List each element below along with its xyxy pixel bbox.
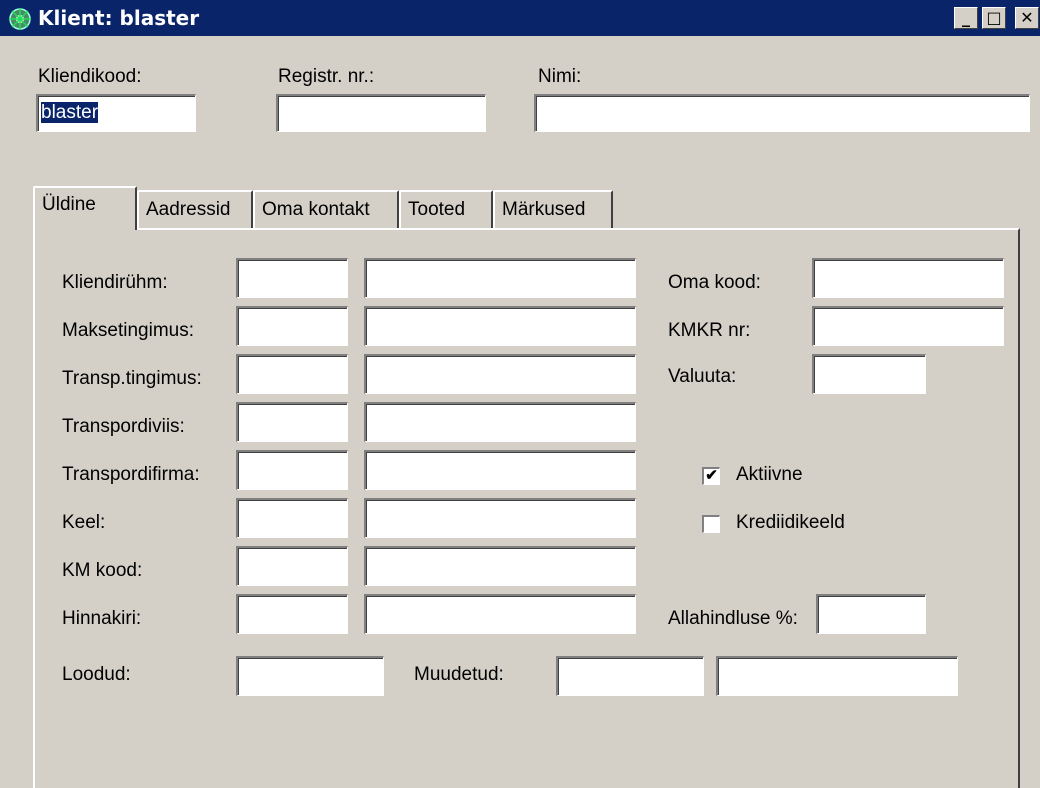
hinnakiri-code-input[interactable] bbox=[236, 594, 348, 634]
tab-uldine[interactable]: Üldine bbox=[33, 186, 137, 230]
km-kood-label: KM kood: bbox=[62, 560, 143, 581]
kmkr-label: KMKR nr: bbox=[668, 320, 751, 341]
title-bar: Klient: blaster _ □ ✕ bbox=[0, 0, 1040, 36]
keel-name-input[interactable] bbox=[364, 498, 636, 538]
transp-tingimus-name-input[interactable] bbox=[364, 354, 636, 394]
tab-oma-kontakt[interactable]: Oma kontakt bbox=[253, 190, 399, 228]
muudetud-label: Muudetud: bbox=[414, 664, 504, 685]
tab-markused[interactable]: Märkused bbox=[493, 190, 613, 228]
transpordifirma-label: Transpordifirma: bbox=[62, 464, 200, 485]
hinnakiri-name-input[interactable] bbox=[364, 594, 636, 634]
hinnakiri-label: Hinnakiri: bbox=[62, 608, 142, 629]
muudetud-date-input[interactable] bbox=[556, 656, 704, 696]
km-kood-code-input[interactable] bbox=[236, 546, 348, 586]
krediidikeeld-label: Krediidikeeld bbox=[736, 512, 845, 533]
app-icon bbox=[9, 8, 31, 30]
maksetingimus-label: Maksetingimus: bbox=[62, 320, 194, 341]
nimi-label: Nimi: bbox=[538, 66, 582, 87]
allahindlus-label: Allahindluse %: bbox=[668, 608, 798, 629]
transp-tingimus-label: Transp.tingimus: bbox=[62, 368, 202, 389]
checkmark-icon: ✔ bbox=[705, 467, 718, 484]
transpordifirma-code-input[interactable] bbox=[236, 450, 348, 490]
loodud-input[interactable] bbox=[236, 656, 384, 696]
keel-code-input[interactable] bbox=[236, 498, 348, 538]
kliendikood-input[interactable]: blaster bbox=[36, 94, 196, 132]
transpordifirma-name-input[interactable] bbox=[364, 450, 636, 490]
muudetud-user-input[interactable] bbox=[716, 656, 958, 696]
transpordiviis-code-input[interactable] bbox=[236, 402, 348, 442]
oma-kood-input[interactable] bbox=[812, 258, 1004, 298]
aktiivne-label: Aktiivne bbox=[736, 464, 803, 485]
aktiivne-checkbox[interactable]: ✔ bbox=[702, 467, 720, 485]
tab-tooted[interactable]: Tooted bbox=[399, 190, 493, 228]
kliendikood-label: Kliendikood: bbox=[38, 66, 142, 87]
maksetingimus-name-input[interactable] bbox=[364, 306, 636, 346]
kliendiruhm-label: Kliendirühm: bbox=[62, 272, 168, 293]
transpordiviis-label: Transpordiviis: bbox=[62, 416, 185, 437]
keel-label: Keel: bbox=[62, 512, 106, 533]
allahindlus-input[interactable] bbox=[816, 594, 926, 634]
oma-kood-label: Oma kood: bbox=[668, 272, 761, 293]
kliendiruhm-name-input[interactable] bbox=[364, 258, 636, 298]
close-button[interactable]: ✕ bbox=[1015, 7, 1039, 29]
kmkr-input[interactable] bbox=[812, 306, 1004, 346]
maximize-button[interactable]: □ bbox=[982, 7, 1006, 29]
loodud-label: Loodud: bbox=[62, 664, 131, 685]
registr-label: Registr. nr.: bbox=[278, 66, 375, 87]
kliendiruhm-code-input[interactable] bbox=[236, 258, 348, 298]
maksetingimus-code-input[interactable] bbox=[236, 306, 348, 346]
krediidikeeld-checkbox[interactable] bbox=[702, 515, 720, 533]
km-kood-name-input[interactable] bbox=[364, 546, 636, 586]
registr-input[interactable] bbox=[276, 94, 486, 132]
transp-tingimus-code-input[interactable] bbox=[236, 354, 348, 394]
kliendikood-value: blaster bbox=[41, 102, 99, 123]
tab-aadressid[interactable]: Aadressid bbox=[137, 190, 253, 228]
minimize-button[interactable]: _ bbox=[954, 7, 978, 29]
window-title: Klient: blaster bbox=[38, 6, 200, 30]
valuuta-label: Valuuta: bbox=[668, 366, 737, 387]
valuuta-input[interactable] bbox=[812, 354, 926, 394]
transpordiviis-name-input[interactable] bbox=[364, 402, 636, 442]
nimi-input[interactable] bbox=[534, 94, 1030, 132]
